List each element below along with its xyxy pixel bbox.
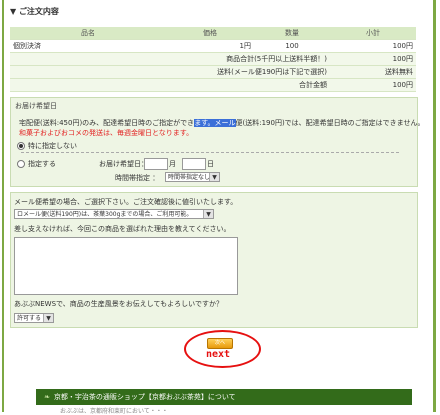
- col-header-qty: 数量: [254, 27, 330, 40]
- leaf-icon: ❧: [44, 393, 50, 401]
- news-select[interactable]: 許可する ▼: [14, 313, 54, 323]
- delivery-panel: お届け希望日 宅配便(送料:450円)のみ、配達希望日時のご指定ができます。メー…: [10, 97, 424, 187]
- delivery-note-before: 宅配便(送料:450円)のみ、配達希望日時のご指定ができ: [19, 119, 195, 127]
- cell-subtotal: 100円: [330, 39, 416, 53]
- col-header-name: 品名: [10, 27, 166, 40]
- news-select-value: 許可する: [17, 315, 42, 322]
- delivery-note-highlight: ます。メール: [194, 119, 236, 127]
- day-input[interactable]: [182, 158, 206, 170]
- month-input[interactable]: [144, 158, 168, 170]
- summary-row: 送料(メール便190円は下記で選択) 送料無料: [10, 65, 416, 79]
- about-title: 京都・宇治茶の通販ショップ【京都おぶぶ茶苑】について: [53, 393, 236, 401]
- summary-row: 合計金額 100円: [10, 78, 416, 92]
- option-specify-label: 指定する: [28, 160, 56, 168]
- month-suffix: 月: [169, 160, 176, 168]
- delivery-note: 宅配便(送料:450円)のみ、配達希望日時のご指定ができます。メール便(送料:1…: [19, 118, 424, 128]
- summary-value: 送料無料: [330, 65, 416, 79]
- table-row: 個別決済 1円 100 100円: [10, 39, 416, 53]
- about-subtext: おぶぶは、京都府和束町において・・・: [60, 408, 168, 415]
- option-none-label: 特に指定しない: [28, 142, 77, 150]
- cell-qty: 100: [254, 39, 330, 53]
- mail-panel: メール便希望の場合、ご選択下さい。ご注文確認後に値引いたします。 ロメール便(送…: [10, 192, 418, 328]
- left-border: [2, 0, 4, 412]
- reason-textarea[interactable]: [14, 237, 238, 295]
- summary-value: 100円: [330, 78, 416, 92]
- news-question: あぶぶNEWSで、商品の生産風景をお伝えしてもよろしいですか？: [14, 300, 223, 308]
- time-select-value: 時間帯指定なし: [168, 174, 211, 181]
- mail-select[interactable]: ロメール便(送料190円)は、茶葉300gまでの場合、ご利用可能。 ▼: [14, 209, 214, 219]
- time-select[interactable]: 時間帯指定なし ▼: [165, 172, 220, 182]
- annotation-label: next: [206, 349, 231, 360]
- mail-select-value: ロメール便(送料190円)は、茶葉300gまでの場合、ご利用可能。: [17, 211, 193, 218]
- summary-label: 商品合計(5千円以上送料半額！): [166, 52, 330, 66]
- reason-label: 差し支えなければ、今回この商品を選ばれた理由を教えてください。: [14, 225, 231, 233]
- time-label: 時間帯指定 ：: [115, 174, 160, 182]
- summary-label: 送料(メール便190円は下記で選択): [166, 65, 330, 79]
- cell-name: 個別決済: [10, 39, 166, 53]
- radio-specify[interactable]: [17, 160, 25, 168]
- option-specify[interactable]: 指定する: [17, 159, 56, 169]
- section-title: ▼ ご注文内容: [10, 7, 59, 16]
- day-suffix: 日: [207, 160, 214, 168]
- table-header-row: 品名 価格 数量 小計: [10, 27, 416, 40]
- col-header-price: 価格: [166, 27, 254, 40]
- chevron-down-icon: ▼: [43, 314, 53, 322]
- summary-value: 100円: [330, 52, 416, 66]
- radio-none[interactable]: [17, 142, 25, 150]
- col-header-subtotal: 小計: [330, 27, 416, 40]
- delivery-note-after: 便(送料:190円)では、配達希望日時のご指定はできません。: [235, 119, 425, 127]
- option-none[interactable]: 特に指定しない: [17, 141, 77, 151]
- cell-price: 1円: [166, 39, 254, 53]
- about-bar: ❧ 京都・宇治茶の通販ショップ【京都おぶぶ茶苑】について: [36, 389, 412, 405]
- chevron-down-icon: ▼: [209, 173, 219, 181]
- order-table: 品名 価格 数量 小計 個別決済 1円 100 100円 商品合計(5千円以上送…: [10, 27, 416, 92]
- mail-prompt: メール便希望の場合、ご選択下さい。ご注文確認後に値引いたします。: [14, 198, 238, 206]
- summary-label: 合計金額: [166, 78, 330, 92]
- chevron-down-icon: ▼: [203, 210, 213, 218]
- divider: [21, 152, 399, 153]
- delivery-title: お届け希望日: [15, 102, 57, 110]
- right-border: [433, 0, 436, 412]
- date-label: お届け希望日：: [99, 160, 148, 168]
- summary-row: 商品合計(5千円以上送料半額！) 100円: [10, 52, 416, 66]
- delivery-red-note: 和菓子およびおコメの発送は、毎週金曜日となります。: [19, 129, 194, 137]
